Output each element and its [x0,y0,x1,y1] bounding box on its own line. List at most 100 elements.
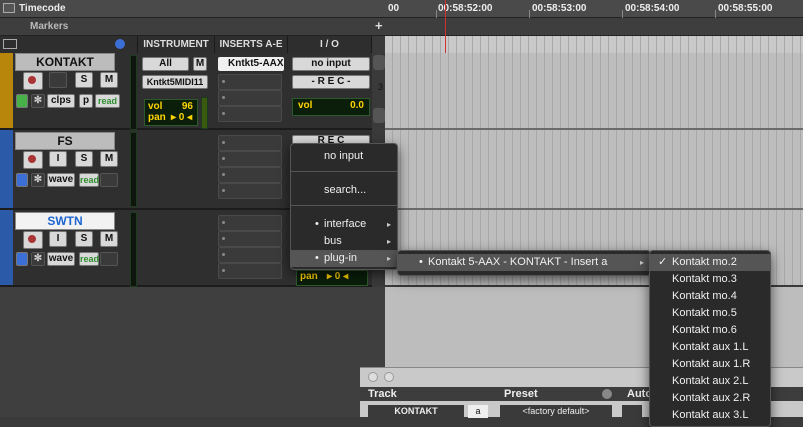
checkmark-icon: ✓ [658,256,668,268]
insert-slot[interactable] [218,135,282,151]
p-button[interactable]: p [79,94,93,108]
automation-mode-read[interactable]: read [95,94,120,108]
kontakt-outputs-menu[interactable]: ✓ Kontakt mo.2 Kontakt mo.3 Kontakt mo.4… [649,250,771,427]
insert-slot[interactable] [218,90,282,106]
ruler-tick [436,10,437,18]
menu-item-search[interactable]: search... [291,182,397,199]
automation-icon[interactable] [16,173,28,187]
ruler-menu-icon[interactable] [3,3,15,13]
menu-item-kontakt-aux1r[interactable]: Kontakt aux 1.R [650,356,770,373]
track-name-fs[interactable]: FS [15,132,115,150]
ruler-mark-0: 00 [388,3,400,14]
freeze-icon[interactable]: ✻ [31,252,45,266]
record-button[interactable] [23,72,43,90]
insert-slot[interactable] [218,215,282,231]
clock-icon[interactable] [115,39,125,49]
automation-mode-read[interactable]: read [79,173,99,187]
track-name-kontakt[interactable]: KONTAKT [15,53,115,71]
input-monitor-button[interactable] [49,72,67,88]
menu-item-kontakt-mo5[interactable]: Kontakt mo.5 [650,305,770,322]
waveform-view-button[interactable]: wave [47,173,75,187]
insert-a-slot[interactable]: Kntkt5-AAX [218,57,284,71]
lane-handle[interactable] [373,55,385,70]
preset-menu-icon[interactable] [602,389,612,399]
plugin-submenu[interactable]: • Kontakt 5-AAX - KONTAKT - Insert a ▸ [397,250,651,276]
track-name-swtn[interactable]: SWTN [15,212,115,230]
freeze-icon[interactable]: ✻ [31,94,45,108]
record-button[interactable] [23,151,43,169]
timebase-icon[interactable] [100,173,118,187]
solo-button[interactable]: S [75,231,93,247]
markers-ruler[interactable]: Markers + [0,18,803,36]
waveform-view-button[interactable]: wave [47,252,75,266]
menu-item-plugin[interactable]: • plug-in ▸ [291,250,397,267]
input-button[interactable]: I [49,231,67,247]
view-selector-icon[interactable] [3,39,17,49]
menu-item-label: Kontakt 5-AAX - KONTAKT - Insert a [428,256,608,268]
mute-button[interactable]: M [100,151,118,167]
insert-slot[interactable] [218,263,282,279]
timecode-ruler[interactable]: Timecode 00 00:58:52:00 00:58:53:00 00:5… [0,0,803,18]
minimize-window-icon[interactable] [384,372,394,382]
freeze-icon[interactable]: ✻ [31,173,45,187]
menu-item-kontakt-mo4[interactable]: Kontakt mo.4 [650,288,770,305]
pan-value: ▸ 0 ◂ [171,112,193,123]
insert-slot[interactable] [218,247,282,263]
pan-label: pan [300,271,318,282]
io-vol-label: vol [298,100,313,111]
record-button[interactable] [23,231,43,249]
io-output-menu[interactable]: no input search... • interface ▸ bus ▸ •… [290,143,398,270]
track3-pan[interactable]: pan ▸ 0 ◂ [296,270,368,286]
playhead[interactable] [445,0,446,53]
menu-item-bus[interactable]: bus ▸ [291,233,397,250]
submenu-arrow-icon: ▸ [639,258,644,267]
menu-item-label: plug-in [324,252,358,264]
lane-handle[interactable] [373,108,385,123]
compare-icon[interactable] [622,405,642,418]
menu-item-kontakt-aux2r[interactable]: Kontakt aux 2.R [650,390,770,407]
menu-item-no-input[interactable]: no input [291,148,397,165]
preset-select[interactable]: <factory default> [500,405,612,418]
solo-button[interactable]: S [75,151,93,167]
menu-item-kontakt-aux2l[interactable]: Kontakt aux 2.L [650,373,770,390]
insert-slot[interactable] [218,74,282,90]
input-select[interactable]: no input [292,57,370,71]
output-select[interactable]: - R E C - [292,75,370,89]
midi-input-select[interactable]: Kntkt5MIDI11 [142,75,208,89]
menu-item-kontakt-mo6[interactable]: Kontakt mo.6 [650,322,770,339]
instrument-m-button[interactable]: M [193,57,207,71]
playlist-button[interactable]: clps [47,94,75,108]
ruler-mark-1: 00:58:52:00 [438,3,493,14]
timeline-grid [385,36,803,285]
instrument-all-select[interactable]: All [142,57,189,71]
solo-button[interactable]: S [75,72,93,88]
insert-slot[interactable] [218,106,282,122]
close-window-icon[interactable] [368,372,378,382]
track-select[interactable]: KONTAKT [368,405,464,418]
menu-item-interface[interactable]: • interface ▸ [291,216,397,233]
insert-slot[interactable] [218,167,282,183]
insert-slot[interactable] [218,151,282,167]
insert-select[interactable]: a [468,405,488,418]
timebase-icon[interactable] [100,252,118,266]
automation-mode-read[interactable]: read [79,252,99,266]
automation-icon[interactable] [16,94,28,108]
menu-item-kontakt-insert[interactable]: • Kontakt 5-AAX - KONTAKT - Insert a ▸ [398,254,650,271]
instrument-vol-pan[interactable]: vol 96 pan ▸ 0 ◂ [144,99,198,126]
track-color-stripe [0,210,13,285]
menu-item-kontakt-aux1l[interactable]: Kontakt aux 1.L [650,339,770,356]
insert-slot[interactable] [218,231,282,247]
menu-item-kontakt-mo3[interactable]: Kontakt mo.3 [650,271,770,288]
menu-item-label: bus [324,235,342,247]
track-header-bar [0,36,138,53]
lane-number: 3 [378,82,384,92]
menu-item-kontakt-mo2[interactable]: ✓ Kontakt mo.2 [650,254,770,271]
add-marker-button[interactable]: + [375,18,383,33]
automation-icon[interactable] [16,252,28,266]
mute-button[interactable]: M [100,72,118,88]
io-volume[interactable]: vol 0.0 [292,98,370,116]
menu-item-kontakt-aux3l[interactable]: Kontakt aux 3.L [650,407,770,424]
input-button[interactable]: I [49,151,67,167]
insert-slot[interactable] [218,183,282,199]
mute-button[interactable]: M [100,231,118,247]
